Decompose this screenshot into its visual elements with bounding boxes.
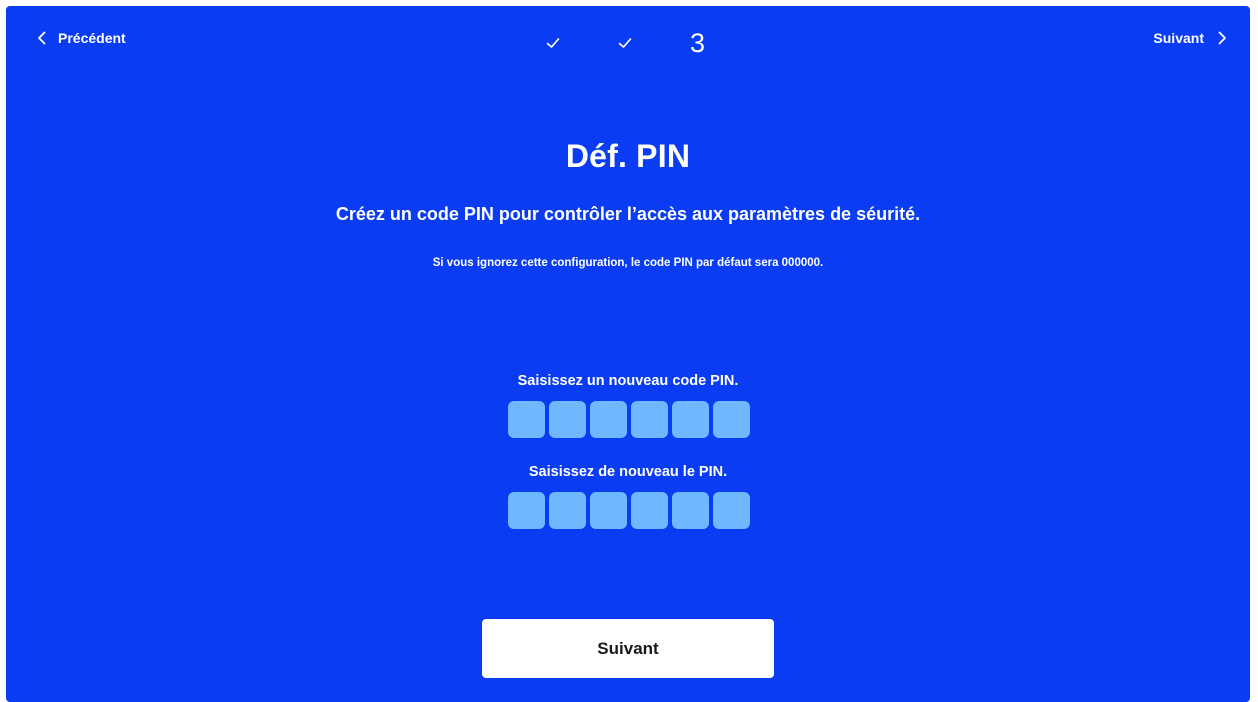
current-step-number: 3: [690, 28, 706, 58]
page-subtitle: Créez un code PIN pour contrôler l’accès…: [335, 204, 921, 224]
confirm-pin-digit-5[interactable]: [672, 492, 709, 529]
step-indicator: 3: [544, 28, 705, 58]
new-pin-digit-4[interactable]: [631, 401, 668, 438]
new-pin-input[interactable]: [6, 401, 1250, 438]
confirm-pin-digit-3[interactable]: [590, 492, 627, 529]
new-pin-digit-1[interactable]: [508, 401, 545, 438]
top-navigation-bar: Précédent 3 Suivant: [6, 6, 1250, 82]
setup-screen: Précédent 3 Suivant Déf. PIN Créez un co…: [6, 6, 1250, 702]
step-1-checkmark-icon: [546, 38, 560, 48]
confirm-pin-input[interactable]: [6, 492, 1250, 529]
previous-button[interactable]: Précédent: [34, 30, 126, 46]
new-pin-digit-6[interactable]: [713, 401, 750, 438]
confirm-pin-digit-2[interactable]: [549, 492, 586, 529]
step-2-checkmark-icon: [618, 38, 632, 48]
next-top-label: Suivant: [1153, 30, 1204, 46]
new-pin-digit-5[interactable]: [672, 401, 709, 438]
chevron-right-icon: [1218, 31, 1226, 45]
next-top-button[interactable]: Suivant: [1153, 30, 1230, 46]
previous-label: Précédent: [58, 30, 126, 46]
confirm-pin-digit-4[interactable]: [631, 492, 668, 529]
new-pin-label: Saisissez un nouveau code PIN.: [517, 373, 739, 389]
new-pin-digit-3[interactable]: [590, 401, 627, 438]
confirm-pin-label: Saisissez de nouveau le PIN.: [528, 464, 728, 480]
default-pin-note: Si vous ignorez cette configuration, le …: [432, 257, 824, 269]
new-pin-group: Saisissez un nouveau code PIN.: [6, 373, 1250, 438]
confirm-pin-digit-1[interactable]: [508, 492, 545, 529]
chevron-left-icon: [38, 31, 46, 45]
confirm-pin-group: Saisissez de nouveau le PIN.: [6, 464, 1250, 529]
confirm-pin-digit-6[interactable]: [713, 492, 750, 529]
next-button[interactable]: Suivant: [482, 619, 774, 678]
page-title: Déf. PIN: [565, 138, 691, 174]
new-pin-digit-2[interactable]: [549, 401, 586, 438]
